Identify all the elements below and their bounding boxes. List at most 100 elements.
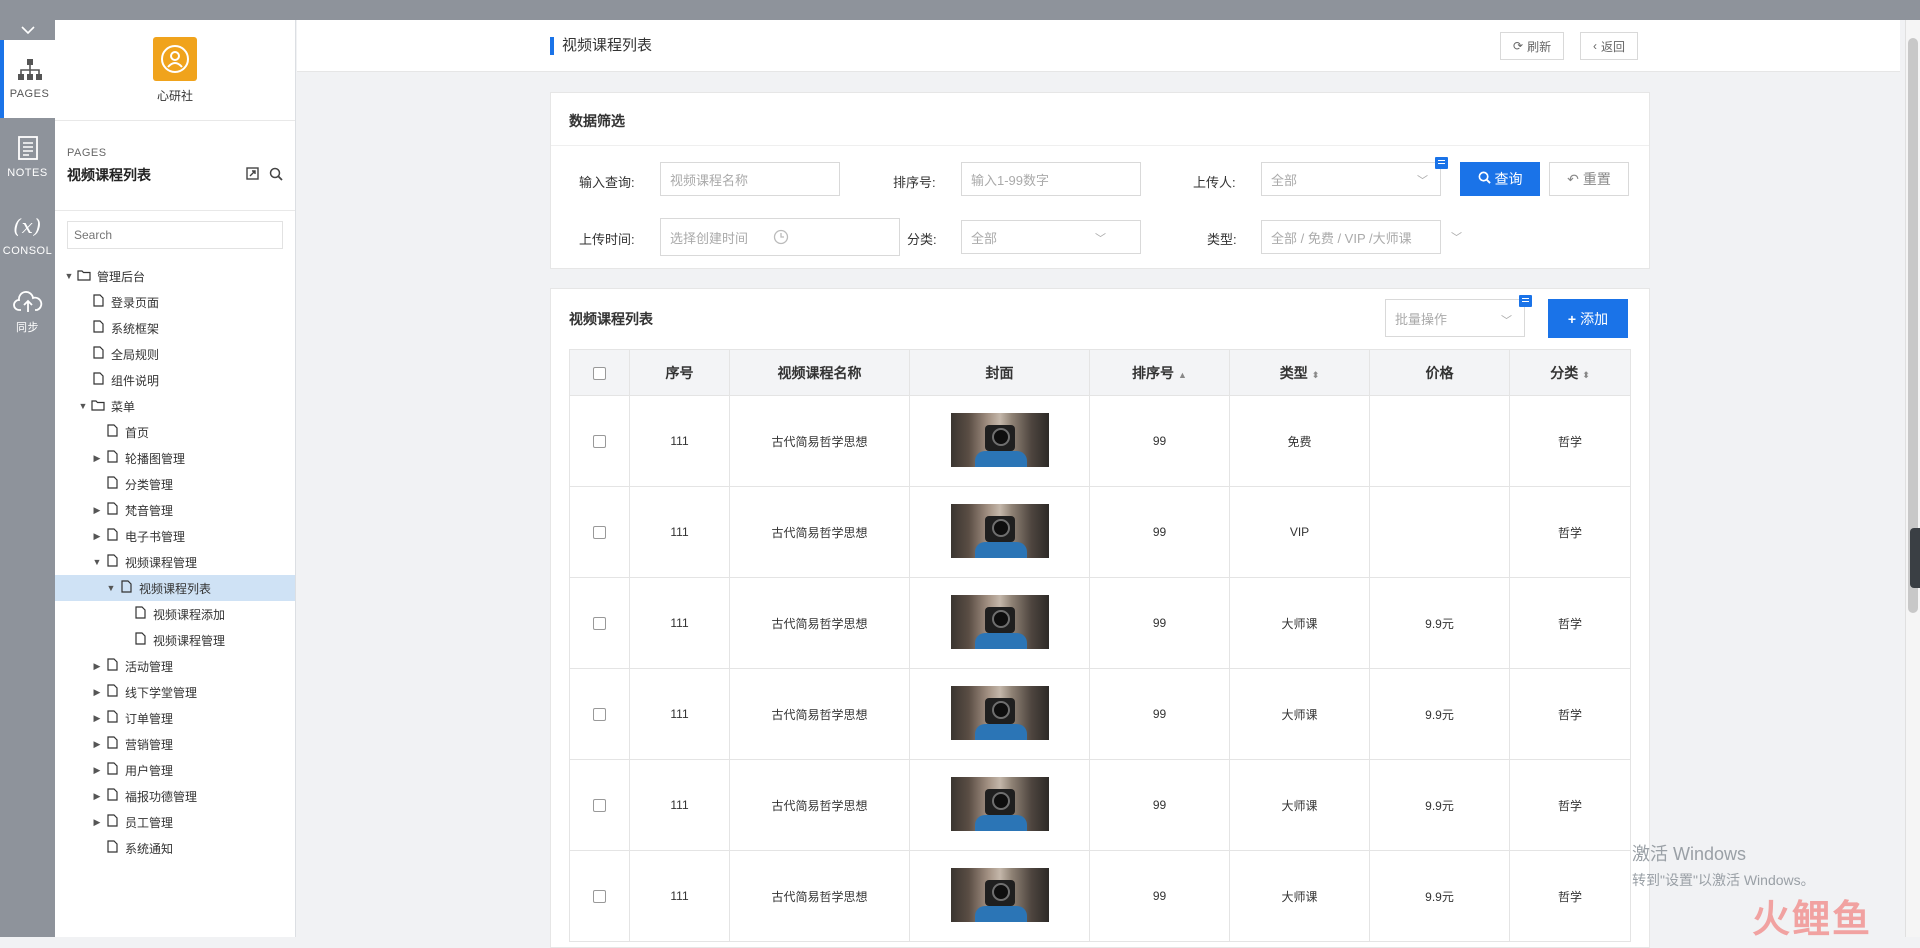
folder-icon — [89, 399, 107, 414]
caret-right-icon[interactable]: ▶ — [91, 713, 103, 724]
reset-button[interactable]: ↶ 重置 — [1549, 162, 1629, 196]
panel-header: PAGES 视频课程列表 — [55, 120, 295, 210]
tree-node[interactable]: ▶ 营销管理 — [55, 731, 295, 757]
caret-down-icon[interactable]: ▼ — [77, 401, 89, 411]
side-handle[interactable] — [1910, 528, 1920, 588]
price-cell: 9.9元 — [1369, 759, 1510, 851]
rail-item-notes[interactable]: NOTES — [0, 118, 55, 196]
caret-down-icon[interactable]: ▼ — [105, 583, 117, 593]
row-checkbox[interactable] — [593, 435, 606, 449]
cover-thumbnail[interactable] — [950, 412, 1049, 467]
rail-item-console[interactable]: (x) CONSOL — [0, 196, 55, 274]
row-checkbox[interactable] — [593, 708, 606, 722]
tree-node[interactable]: 系统通知 — [55, 835, 295, 861]
column-label: 类型 — [1279, 364, 1308, 381]
refresh-button[interactable]: ⟳ 刷新 — [1500, 32, 1565, 60]
column-header-sortable[interactable]: 类型 ⬍ — [1229, 349, 1370, 396]
chevron-down-icon[interactable]: ﹀ — [1451, 229, 1462, 245]
page-tree: ▼ 管理后台 登录页面 系统框架全局规则组件说明 ▼ 菜单 首页 ▶ 轮播图管理 分类管理 ▶ 梵音管… — [55, 259, 295, 861]
tree-node[interactable]: 首页 — [55, 419, 295, 445]
tree-node[interactable]: ▶ 轮播图管理 — [55, 445, 295, 471]
row-checkbox[interactable] — [593, 617, 606, 631]
tree-node[interactable]: 全局规则 — [55, 341, 295, 367]
tree-node[interactable]: ▶ 梵音管理 — [55, 497, 295, 523]
price-cell: 9.9元 — [1369, 668, 1510, 760]
row-checkbox[interactable] — [593, 890, 606, 904]
note-marker-icon[interactable] — [1435, 157, 1448, 169]
sort-icon[interactable]: ▲ — [1178, 370, 1187, 380]
caret-right-icon[interactable]: ▶ — [91, 739, 103, 750]
back-button[interactable]: ‹ 返回 — [1580, 32, 1639, 60]
cover-thumbnail[interactable] — [950, 867, 1049, 922]
tree-node[interactable]: ▶ 员工管理 — [55, 809, 295, 835]
category-select[interactable]: 全部 ﹀ — [961, 220, 1141, 254]
caret-right-icon[interactable]: ▶ — [91, 791, 103, 802]
tree-node[interactable]: ▶ 福报功德管理 — [55, 783, 295, 809]
caret-right-icon[interactable]: ▶ — [91, 817, 103, 828]
uploader-select[interactable]: 全部 ﹀ — [1261, 162, 1441, 196]
main-content: 视频课程列表 ⟳ 刷新 ‹ 返回 数据筛选 输入查询: 视频课程名称 排序号: … — [297, 20, 1900, 948]
search-input[interactable] — [67, 221, 283, 249]
category-cell: 哲学 — [1509, 759, 1631, 851]
type-select[interactable]: 全部 / 免费 / VIP /大师课 — [1261, 220, 1441, 254]
rail-item-pages[interactable]: PAGES — [0, 40, 55, 118]
cover-thumbnail[interactable] — [950, 685, 1049, 740]
name-cell: 古代简易哲学思想 — [729, 759, 910, 851]
tree-node[interactable]: 视频课程添加 — [55, 601, 295, 627]
tree-node[interactable]: ▶ 电子书管理 — [55, 523, 295, 549]
tree-node[interactable]: ▶ 活动管理 — [55, 653, 295, 679]
sort-icon[interactable]: ⬍ — [1312, 370, 1320, 380]
tree-node[interactable]: ▼ 管理后台 — [55, 263, 295, 289]
table-row: 111 古代简易哲学思想 99 免费 哲学 — [569, 395, 1631, 487]
page-icon — [103, 476, 121, 492]
select-all-checkbox[interactable] — [593, 367, 606, 381]
cover-thumbnail[interactable] — [950, 776, 1049, 831]
query-button[interactable]: 查询 — [1460, 162, 1540, 196]
sort-input[interactable]: 输入1-99数字 — [961, 162, 1141, 196]
tree-node[interactable]: 组件说明 — [55, 367, 295, 393]
caret-down-icon[interactable]: ▼ — [63, 271, 75, 281]
sort-icon[interactable]: ⬍ — [1582, 370, 1590, 380]
tree-node[interactable]: ▼ 视频课程列表 — [55, 575, 295, 601]
caret-right-icon[interactable]: ▶ — [91, 765, 103, 776]
search-pages-icon[interactable] — [269, 167, 283, 184]
tree-node[interactable]: 系统框架 — [55, 315, 295, 341]
tree-node[interactable]: ▼ 视频课程管理 — [55, 549, 295, 575]
caret-right-icon[interactable]: ▶ — [91, 505, 103, 516]
tree-node[interactable]: ▶ 用户管理 — [55, 757, 295, 783]
tree-node-label: 电子书管理 — [125, 529, 186, 544]
tree-node[interactable]: 分类管理 — [55, 471, 295, 497]
rail-item-sync[interactable]: 同步 — [0, 274, 55, 352]
tree-node[interactable]: ▶ 订单管理 — [55, 705, 295, 731]
cover-thumbnail[interactable] — [950, 594, 1049, 649]
scrollbar-thumb[interactable] — [1908, 38, 1918, 613]
tree-node[interactable]: ▼ 菜单 — [55, 393, 295, 419]
export-icon[interactable] — [246, 166, 259, 184]
column-header-sortable[interactable]: 分类 ⬍ — [1509, 349, 1631, 396]
caret-right-icon[interactable]: ▶ — [91, 531, 103, 542]
collapse-chevron-icon[interactable] — [0, 20, 55, 40]
type-cell: 大师课 — [1229, 759, 1370, 851]
sort-cell: 99 — [1089, 486, 1230, 578]
keyword-input[interactable]: 视频课程名称 — [660, 162, 840, 196]
row-checkbox[interactable] — [593, 526, 606, 540]
list-card: 视频课程列表 批量操作 ﹀ + 添加 序号 视频课程名称 封面 排序号 ▲ 类型… — [550, 288, 1650, 948]
column-header-sortable[interactable]: 排序号 ▲ — [1089, 349, 1230, 396]
vertical-scrollbar[interactable] — [1905, 20, 1920, 937]
note-marker-icon[interactable] — [1519, 295, 1532, 307]
tree-node[interactable]: 视频课程管理 — [55, 627, 295, 653]
caret-down-icon[interactable]: ▼ — [91, 557, 103, 567]
add-button[interactable]: + 添加 — [1548, 299, 1628, 338]
caret-right-icon[interactable]: ▶ — [91, 687, 103, 698]
batch-select[interactable]: 批量操作 ﹀ — [1385, 299, 1525, 337]
tree-node[interactable]: ▶ 线下学堂管理 — [55, 679, 295, 705]
tree-node[interactable]: 登录页面 — [55, 289, 295, 315]
caret-right-icon[interactable]: ▶ — [91, 453, 103, 464]
time-picker[interactable]: 选择创建时间 — [660, 218, 900, 256]
price-cell: 9.9元 — [1369, 850, 1510, 942]
tree-node-label: 全局规则 — [111, 347, 160, 362]
cover-thumbnail[interactable] — [950, 503, 1049, 558]
row-checkbox[interactable] — [593, 799, 606, 813]
caret-right-icon[interactable]: ▶ — [91, 661, 103, 672]
tree-node-label: 视频课程管理 — [125, 555, 198, 570]
